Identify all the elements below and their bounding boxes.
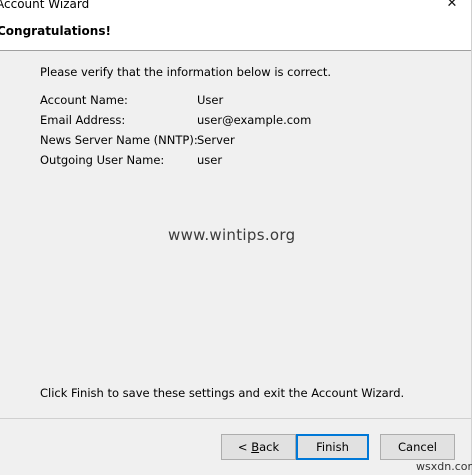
back-button-rest: ack [259, 440, 280, 454]
button-area-divider [0, 418, 471, 419]
field-row-email-address: Email Address: user@example.com [40, 113, 460, 128]
outgoing-user-value: user [197, 153, 223, 167]
news-server-value: Server [197, 133, 235, 147]
field-row-account-name: Account Name: User [40, 93, 460, 108]
field-row-outgoing-user: Outgoing User Name: user [40, 153, 460, 168]
account-name-label: Account Name: [40, 93, 128, 107]
wizard-header: Congratulations! [0, 14, 471, 51]
cancel-button[interactable]: Cancel [380, 434, 455, 460]
field-row-news-server: News Server Name (NNTP): Server [40, 133, 460, 148]
page-title: Congratulations! [0, 24, 111, 38]
outgoing-user-label: Outgoing User Name: [40, 153, 165, 167]
window-title: Account Wizard [0, 0, 90, 11]
intro-text: Please verify that the information below… [40, 65, 332, 79]
finish-button[interactable]: Finish [296, 434, 369, 460]
title-bar: Account Wizard ✕ [0, 0, 471, 14]
email-address-label: Email Address: [40, 113, 126, 127]
account-wizard-window: Account Wizard ✕ Congratulations! Please… [0, 0, 472, 475]
news-server-label: News Server Name (NNTP): [40, 133, 198, 147]
finish-instruction-text: Click Finish to save these settings and … [40, 386, 405, 400]
account-name-value: User [197, 93, 224, 107]
watermark-text: www.wintips.org [168, 226, 296, 244]
back-button-accelerator: B [251, 440, 260, 454]
site-watermark: wsxdn.com [416, 460, 472, 473]
email-address-value: user@example.com [197, 113, 312, 127]
close-icon[interactable]: ✕ [440, 0, 464, 13]
back-button[interactable]: < Back [221, 434, 296, 460]
back-button-prefix: < [237, 440, 252, 454]
